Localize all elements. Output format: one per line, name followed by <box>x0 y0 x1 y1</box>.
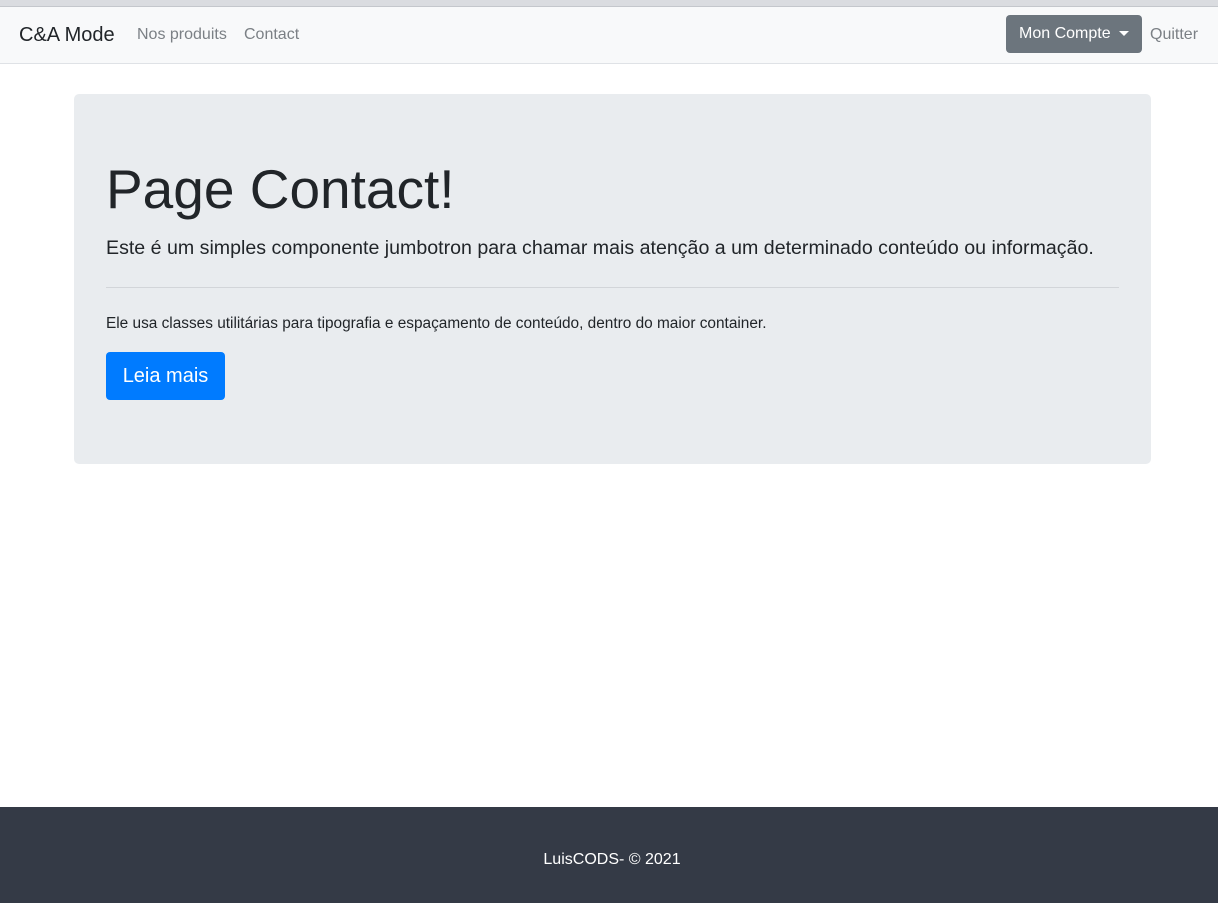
body-text: Ele usa classes utilitárias para tipogra… <box>106 315 767 332</box>
account-dropdown-button[interactable]: Mon Compte <box>1006 15 1142 53</box>
logout-link[interactable]: Quitter <box>1150 25 1198 45</box>
browser-top-strip <box>0 0 1218 7</box>
read-more-button[interactable]: Leia mais <box>106 352 225 400</box>
jumbotron: Page Contact! Este é um simples componen… <box>74 94 1151 464</box>
caret-down-icon <box>1119 31 1129 36</box>
page-title: Page Contact! <box>106 158 455 220</box>
navbar-brand[interactable]: C&A Mode <box>19 23 115 47</box>
navbar: C&A Mode Nos produits Contact Mon Compte… <box>0 7 1218 64</box>
lead-text: Este é um simples componente jumbotron p… <box>106 237 1094 259</box>
account-button-label: Mon Compte <box>1019 25 1111 42</box>
footer: LuisCODS- © 2021 <box>0 807 1218 903</box>
nav-link-products[interactable]: Nos produits <box>137 25 227 45</box>
divider <box>106 287 1119 288</box>
nav-link-contact[interactable]: Contact <box>244 25 299 45</box>
footer-copyright: LuisCODS- © 2021 <box>543 851 681 868</box>
